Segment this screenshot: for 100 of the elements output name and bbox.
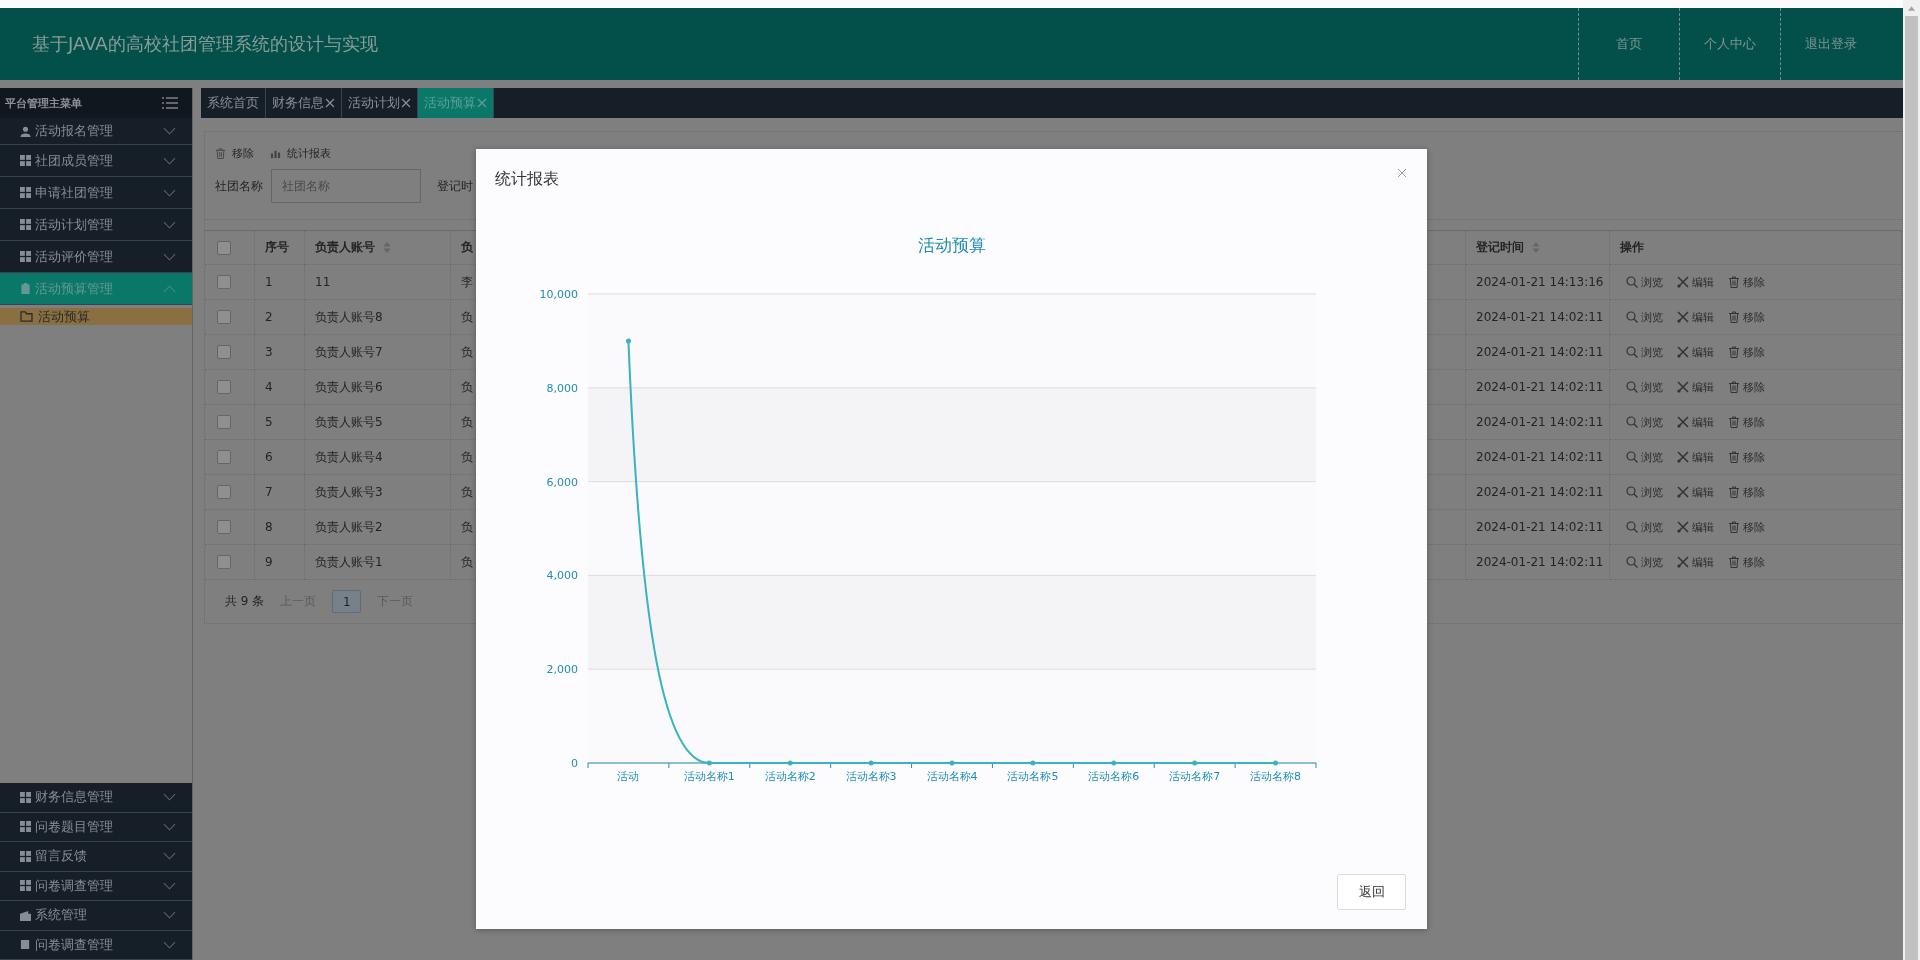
search-icon	[1626, 381, 1638, 393]
checkbox[interactable]	[217, 485, 231, 499]
column-header[interactable]: 负责人账号	[305, 231, 451, 265]
table-cell: 9	[255, 545, 305, 580]
scrollbar[interactable]	[1903, 0, 1920, 960]
y-tick-label: 0	[571, 757, 578, 770]
tools-icon	[1677, 556, 1689, 568]
toolbar-button[interactable]: 统计报表	[270, 146, 331, 161]
checkbox[interactable]	[217, 380, 231, 394]
action-link[interactable]: 移除	[1728, 519, 1765, 535]
close-icon[interactable]	[325, 98, 335, 108]
checkbox[interactable]	[217, 555, 231, 569]
wallet-icon	[20, 909, 31, 921]
sidebar-item[interactable]: 活动评价管理	[0, 241, 192, 273]
checkbox[interactable]	[217, 345, 231, 359]
checkbox[interactable]	[217, 520, 231, 534]
sidebar-item[interactable]: 问卷题目管理	[0, 812, 192, 842]
chevron-up-icon	[163, 284, 176, 293]
tab[interactable]: 系统首页	[201, 88, 266, 118]
action-link[interactable]: 移除	[1728, 274, 1765, 290]
table-cell: 负责人账号4	[305, 440, 451, 475]
sidebar-item[interactable]: 社团成员管理	[0, 145, 192, 177]
sidebar-item[interactable]: 系统管理	[0, 901, 192, 931]
sort-icon[interactable]	[1532, 242, 1540, 253]
action-link[interactable]: 编辑	[1677, 519, 1714, 535]
action-link[interactable]: 浏览	[1626, 309, 1663, 325]
table-cell: 负责人账号7	[305, 335, 451, 370]
action-link[interactable]: 编辑	[1677, 414, 1714, 430]
sidebar-item[interactable]: 活动报名管理	[0, 118, 192, 145]
action-link[interactable]: 编辑	[1677, 309, 1714, 325]
action-link[interactable]: 编辑	[1677, 449, 1714, 465]
action-link[interactable]: 浏览	[1626, 274, 1663, 290]
sidebar-item[interactable]: 留言反馈	[0, 842, 192, 872]
trash-icon	[1728, 486, 1740, 498]
back-button[interactable]: 返回	[1337, 874, 1406, 910]
tab[interactable]: 财务信息	[266, 88, 342, 118]
action-link[interactable]: 浏览	[1626, 379, 1663, 395]
action-link[interactable]: 浏览	[1626, 519, 1663, 535]
column-header[interactable]: 登记时间	[1466, 231, 1610, 265]
chevron-down-icon	[163, 881, 176, 890]
sort-icon[interactable]	[383, 242, 391, 253]
trash-icon	[1728, 521, 1740, 533]
grid-icon	[20, 850, 31, 862]
toolbar-button[interactable]: 移除	[215, 146, 254, 161]
action-link[interactable]: 移除	[1728, 449, 1765, 465]
sidebar-item[interactable]: 问卷调查管理	[0, 871, 192, 901]
action-link[interactable]: 移除	[1728, 344, 1765, 360]
checkbox[interactable]	[217, 450, 231, 464]
tools-icon	[1677, 451, 1689, 463]
data-point	[787, 760, 793, 766]
trash-icon	[1728, 346, 1740, 358]
close-icon[interactable]	[401, 98, 411, 108]
x-tick-label: 活动名称8	[1250, 770, 1302, 783]
grid-icon	[20, 791, 31, 803]
x-tick-label: 活动名称3	[845, 770, 897, 783]
checkbox[interactable]	[217, 240, 231, 255]
scroll-up-icon[interactable]	[1908, 6, 1915, 11]
action-link[interactable]: 浏览	[1626, 554, 1663, 570]
action-link[interactable]: 编辑	[1677, 554, 1714, 570]
action-link[interactable]: 浏览	[1626, 414, 1663, 430]
action-link[interactable]: 移除	[1728, 379, 1765, 395]
book-icon	[20, 939, 31, 951]
action-link[interactable]: 编辑	[1677, 484, 1714, 500]
action-link[interactable]: 移除	[1728, 554, 1765, 570]
chevron-down-icon	[163, 252, 176, 261]
action-link[interactable]: 编辑	[1677, 274, 1714, 290]
page-button[interactable]: 1	[332, 590, 362, 613]
table-cell: 2024-01-21 14:02:11	[1466, 335, 1610, 370]
close-icon[interactable]	[1397, 168, 1407, 178]
checkbox[interactable]	[217, 415, 231, 429]
action-link[interactable]: 编辑	[1677, 379, 1714, 395]
table-cell: 2024-01-21 14:02:11	[1466, 370, 1610, 405]
table-cell: 2	[255, 300, 305, 335]
data-point	[706, 760, 712, 766]
action-link[interactable]: 浏览	[1626, 484, 1663, 500]
trash-icon	[215, 148, 226, 159]
checkbox[interactable]	[217, 275, 231, 289]
table-cell: 2024-01-21 14:02:11	[1466, 405, 1610, 440]
sidebar-subitem[interactable]: 活动预算	[0, 308, 192, 325]
grid-icon	[20, 880, 31, 892]
x-tick-label: 活动名称4	[926, 770, 978, 783]
sidebar-item[interactable]: 申请社团管理	[0, 177, 192, 209]
sidebar-item[interactable]: 问卷调查管理	[0, 930, 192, 960]
action-link[interactable]: 移除	[1728, 309, 1765, 325]
chevron-down-icon	[163, 156, 176, 165]
trash-icon	[1728, 311, 1740, 323]
sidebar-item[interactable]: 财务信息管理	[0, 783, 192, 813]
action-link[interactable]: 浏览	[1626, 449, 1663, 465]
action-link[interactable]: 移除	[1728, 414, 1765, 430]
action-link[interactable]: 编辑	[1677, 344, 1714, 360]
chevron-down-icon	[163, 127, 176, 135]
y-tick-label: 6,000	[546, 475, 578, 489]
field-label: 社团名称	[215, 177, 263, 195]
sidebar-item[interactable]: 活动计划管理	[0, 209, 192, 241]
action-link[interactable]: 移除	[1728, 484, 1765, 500]
menu-icon[interactable]	[162, 97, 178, 109]
trash-icon	[1728, 451, 1740, 463]
search-icon	[1626, 346, 1638, 358]
action-link[interactable]: 浏览	[1626, 344, 1663, 360]
checkbox[interactable]	[217, 310, 231, 324]
